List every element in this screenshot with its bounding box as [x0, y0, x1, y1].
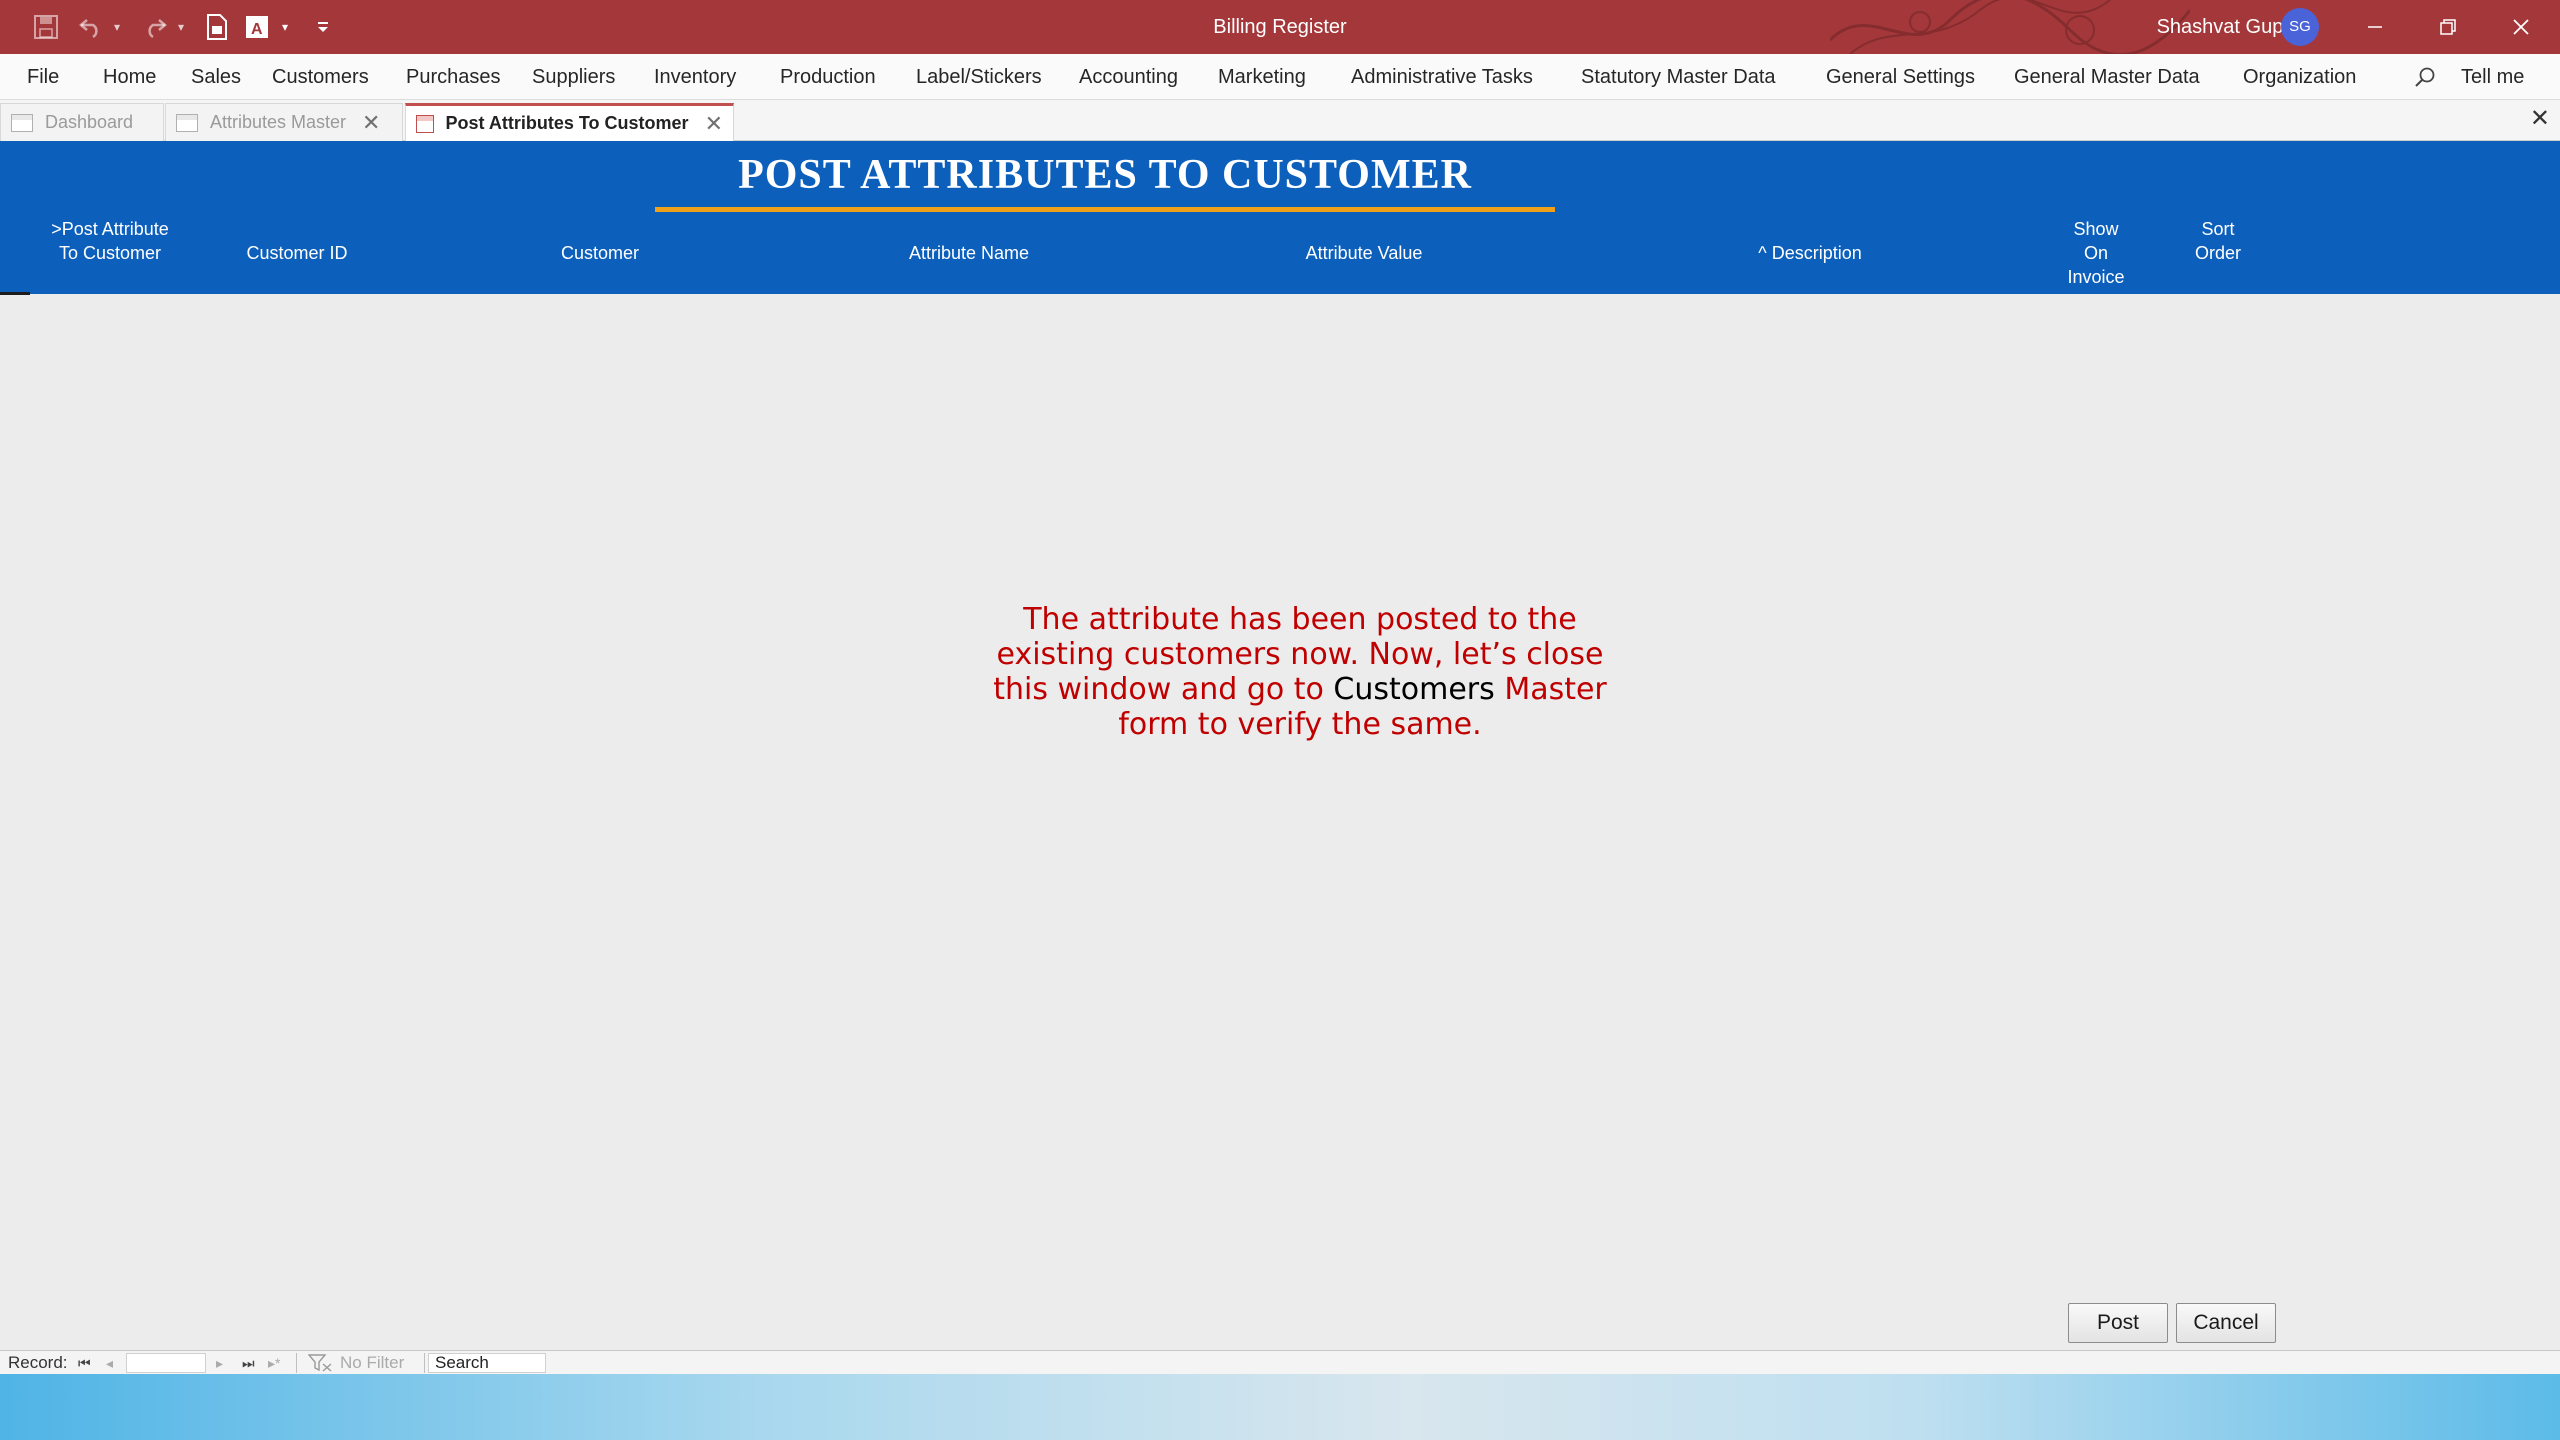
tab-label: Post Attributes To Customer — [445, 113, 689, 133]
column-header-sort-order[interactable]: Sort Order — [2168, 217, 2268, 265]
column-header-line: Sort — [2201, 219, 2235, 239]
annotation-line: form to verify the same. — [1118, 707, 1482, 742]
menu-statutory-master-data[interactable]: Statutory Master Data — [1581, 54, 1776, 100]
menu-general-settings[interactable]: General Settings — [1826, 54, 1975, 100]
divider — [424, 1353, 425, 1373]
last-record-icon[interactable]: ⏭ — [242, 1351, 255, 1375]
close-tab-icon[interactable]: ✕ — [362, 110, 380, 136]
column-header-customer[interactable]: Customer — [520, 241, 680, 265]
tab-dashboard[interactable]: Dashboard — [0, 103, 164, 141]
user-name[interactable]: Shashvat Gupta — [2100, 0, 2300, 54]
tab-label: Attributes Master — [210, 112, 347, 132]
close-tab-icon[interactable]: ✕ — [705, 111, 723, 137]
column-header-line: Show — [2073, 219, 2119, 239]
menu-customers[interactable]: Customers — [272, 54, 369, 100]
annotation-text: this window and go to — [993, 672, 1334, 707]
desktop-background — [0, 1374, 2560, 1440]
search-input[interactable]: Search — [428, 1353, 546, 1373]
form-view-icon[interactable]: A — [242, 10, 272, 44]
undo-dropdown-icon[interactable]: ▾ — [110, 10, 124, 44]
post-button[interactable]: Post — [2068, 1303, 2168, 1343]
menu-general-master-data[interactable]: General Master Data — [2014, 54, 2200, 100]
minimize-button[interactable] — [2340, 0, 2410, 54]
filter-icon[interactable] — [307, 1354, 334, 1372]
ribbon-menu: File Home Sales Customers Purchases Supp… — [0, 54, 2560, 100]
new-document-icon[interactable] — [202, 10, 232, 44]
document-tabs: Dashboard Attributes Master ✕ Post Attri… — [0, 100, 2560, 141]
filter-status[interactable]: No Filter — [340, 1351, 404, 1375]
menu-production[interactable]: Production — [780, 54, 876, 100]
column-header-show-on-invoice[interactable]: Show On Invoice — [2046, 217, 2146, 289]
annotation-text: Master — [1494, 672, 1607, 707]
form-header: POST ATTRIBUTES TO CUSTOMER >Post Attrib… — [0, 141, 2560, 294]
menu-home[interactable]: Home — [103, 54, 156, 100]
column-header-post-attribute[interactable]: >Post Attribute To Customer — [30, 217, 190, 265]
annotation-line: existing customers now. Now, let’s close — [996, 637, 1604, 672]
avatar[interactable]: SG — [2281, 8, 2319, 46]
column-header-line: Invoice — [2067, 267, 2125, 287]
record-number-input[interactable] — [126, 1353, 206, 1373]
tab-label: Dashboard — [45, 112, 134, 132]
title-bar: ▾ ▾ A ▾ Billing Register Shashvat Gupta … — [0, 0, 2560, 54]
menu-administrative-tasks[interactable]: Administrative Tasks — [1351, 54, 1533, 100]
restore-button[interactable] — [2413, 0, 2483, 54]
tutorial-annotation: The attribute has been posted to the exi… — [960, 602, 1640, 742]
column-header-attribute-value[interactable]: Attribute Value — [1264, 241, 1464, 265]
record-label: Record: — [8, 1353, 68, 1372]
undo-icon[interactable] — [76, 10, 106, 44]
record-selector[interactable] — [0, 292, 30, 295]
svg-text:A: A — [251, 21, 263, 38]
menu-file[interactable]: File — [27, 54, 59, 100]
column-header-customer-id[interactable]: Customer ID — [222, 241, 372, 265]
next-record-icon[interactable]: ▸ — [216, 1351, 223, 1375]
form-icon — [416, 114, 434, 133]
column-header-line: >Post Attribute — [51, 219, 169, 239]
menu-label-stickers[interactable]: Label/Stickers — [916, 54, 1042, 100]
search-icon[interactable] — [2414, 66, 2436, 88]
column-header-line: To Customer — [58, 243, 162, 263]
tell-me[interactable]: Tell me — [2461, 54, 2524, 100]
column-header-description[interactable]: ^ Description — [1710, 241, 1910, 265]
title-underline — [655, 207, 1555, 212]
annotation-line: this window and go to Customers Master — [960, 672, 1640, 707]
form-title: POST ATTRIBUTES TO CUSTOMER — [738, 152, 1472, 198]
annotation-highlight: Customers — [1333, 672, 1495, 707]
tab-post-attributes-to-customer[interactable]: Post Attributes To Customer ✕ — [405, 103, 734, 141]
column-header-attribute-name[interactable]: Attribute Name — [869, 241, 1069, 265]
menu-inventory[interactable]: Inventory — [654, 54, 736, 100]
form-view-dropdown-icon[interactable]: ▾ — [278, 10, 292, 44]
close-document-icon[interactable]: ✕ — [2530, 104, 2550, 133]
redo-icon[interactable] — [140, 10, 170, 44]
menu-organization[interactable]: Organization — [2243, 54, 2356, 100]
divider — [296, 1353, 297, 1373]
redo-dropdown-icon[interactable]: ▾ — [174, 10, 188, 44]
column-header-line: Order — [2194, 243, 2241, 263]
menu-purchases[interactable]: Purchases — [406, 54, 501, 100]
app-title: Billing Register — [1213, 16, 1347, 38]
close-window-button[interactable] — [2486, 0, 2556, 54]
menu-sales[interactable]: Sales — [191, 54, 241, 100]
save-icon[interactable] — [28, 10, 64, 44]
customize-toolbar-icon[interactable] — [312, 10, 334, 44]
tab-attributes-master[interactable]: Attributes Master ✕ — [165, 103, 403, 141]
column-header-line: On — [2083, 243, 2108, 263]
menu-accounting[interactable]: Accounting — [1079, 54, 1178, 100]
menu-suppliers[interactable]: Suppliers — [532, 54, 615, 100]
form-icon — [11, 113, 33, 132]
previous-record-icon[interactable]: ◂ — [106, 1351, 113, 1375]
annotation-line: The attribute has been posted to the — [1023, 602, 1577, 637]
new-record-icon[interactable]: ▸* — [268, 1351, 280, 1375]
first-record-icon[interactable]: ⏮ — [78, 1351, 91, 1375]
cancel-button[interactable]: Cancel — [2176, 1303, 2276, 1343]
form-icon — [176, 113, 198, 132]
record-navigation-bar: Record: ⏮ ◂ ▸ ⏭ ▸* No Filter Search — [0, 1350, 2560, 1374]
menu-marketing[interactable]: Marketing — [1218, 54, 1306, 100]
